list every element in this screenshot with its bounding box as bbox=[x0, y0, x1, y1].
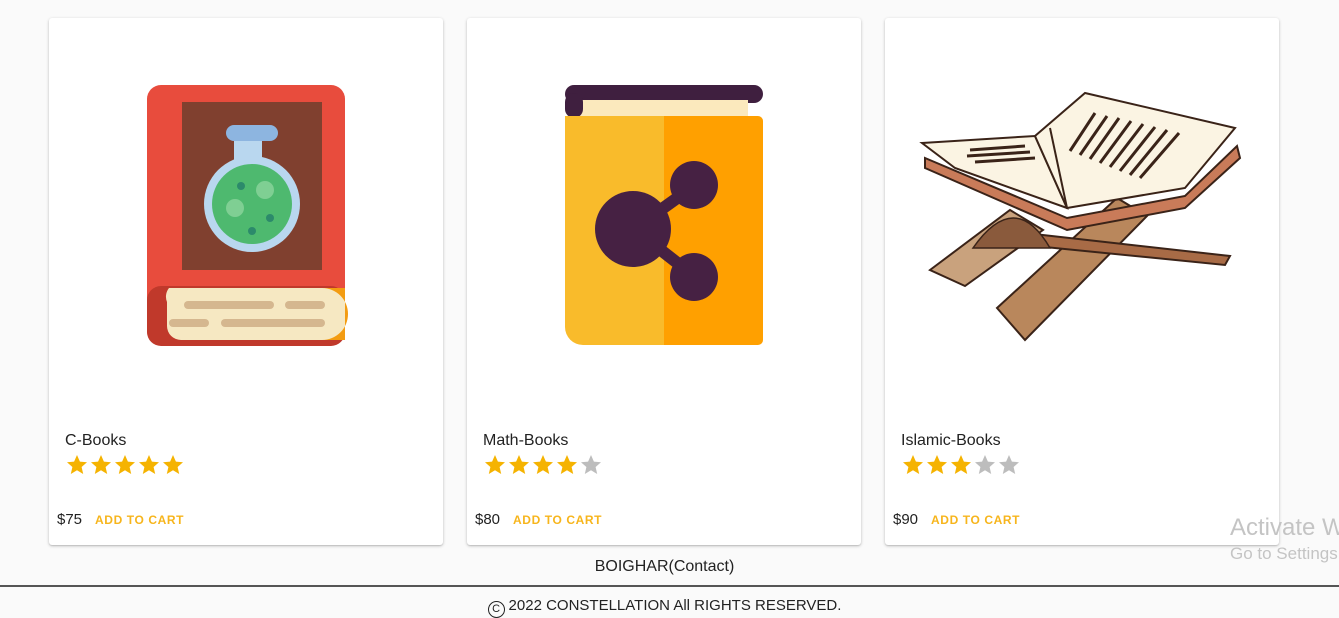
copyright-notice: C 2022 CONSTELLATION All RIGHTS RESERVED. bbox=[0, 597, 1329, 618]
product-title: Islamic-Books bbox=[901, 432, 1001, 449]
product-image[interactable] bbox=[885, 18, 1279, 418]
add-to-cart-button[interactable]: ADD TO CART bbox=[513, 513, 602, 527]
star-filled-icon[interactable] bbox=[483, 453, 507, 477]
star-filled-icon[interactable] bbox=[925, 453, 949, 477]
product-price: $75 bbox=[57, 511, 83, 528]
product-card: C-Books $75 ADD TO CART bbox=[49, 18, 443, 545]
science-book-icon bbox=[147, 85, 348, 346]
card-actions: $90 ADD TO CART bbox=[893, 511, 1020, 528]
watermark-title: Activate W bbox=[1230, 514, 1339, 541]
share-book-icon bbox=[565, 85, 763, 345]
product-price: $80 bbox=[475, 511, 501, 528]
product-card: Math-Books $80 ADD TO CART bbox=[467, 18, 861, 545]
product-title: C-Books bbox=[65, 432, 127, 449]
card-actions: $75 ADD TO CART bbox=[57, 511, 184, 528]
star-filled-icon[interactable] bbox=[161, 453, 185, 477]
activation-watermark: Activate W Go to Settings bbox=[1230, 514, 1339, 564]
star-filled-icon[interactable] bbox=[949, 453, 973, 477]
product-card: Islamic-Books $90 ADD TO CART bbox=[885, 18, 1279, 545]
star-filled-icon[interactable] bbox=[507, 453, 531, 477]
star-empty-icon[interactable] bbox=[973, 453, 997, 477]
star-filled-icon[interactable] bbox=[901, 453, 925, 477]
product-price: $90 bbox=[893, 511, 919, 528]
star-filled-icon[interactable] bbox=[89, 453, 113, 477]
star-filled-icon[interactable] bbox=[531, 453, 555, 477]
product-title: Math-Books bbox=[483, 432, 569, 449]
product-image[interactable] bbox=[49, 18, 443, 418]
product-grid: C-Books $75 ADD TO CART Math-Books $80 A… bbox=[49, 18, 1279, 545]
star-rating[interactable] bbox=[901, 453, 1021, 477]
star-filled-icon[interactable] bbox=[113, 453, 137, 477]
star-rating[interactable] bbox=[483, 453, 603, 477]
footer-divider bbox=[0, 585, 1339, 587]
star-empty-icon[interactable] bbox=[579, 453, 603, 477]
add-to-cart-button[interactable]: ADD TO CART bbox=[95, 513, 184, 527]
card-actions: $80 ADD TO CART bbox=[475, 511, 602, 528]
contact-link[interactable]: BOIGHAR(Contact) bbox=[0, 558, 1329, 576]
watermark-subtitle: Go to Settings bbox=[1230, 544, 1338, 563]
star-filled-icon[interactable] bbox=[65, 453, 89, 477]
quran-stand-icon bbox=[919, 91, 1242, 342]
copyright-icon: C bbox=[487, 601, 505, 618]
product-image[interactable] bbox=[467, 18, 861, 418]
star-rating[interactable] bbox=[65, 453, 185, 477]
star-filled-icon[interactable] bbox=[555, 453, 579, 477]
star-filled-icon[interactable] bbox=[137, 453, 161, 477]
add-to-cart-button[interactable]: ADD TO CART bbox=[931, 513, 1020, 527]
copyright-text: 2022 CONSTELLATION All RIGHTS RESERVED. bbox=[508, 597, 842, 614]
star-empty-icon[interactable] bbox=[997, 453, 1021, 477]
